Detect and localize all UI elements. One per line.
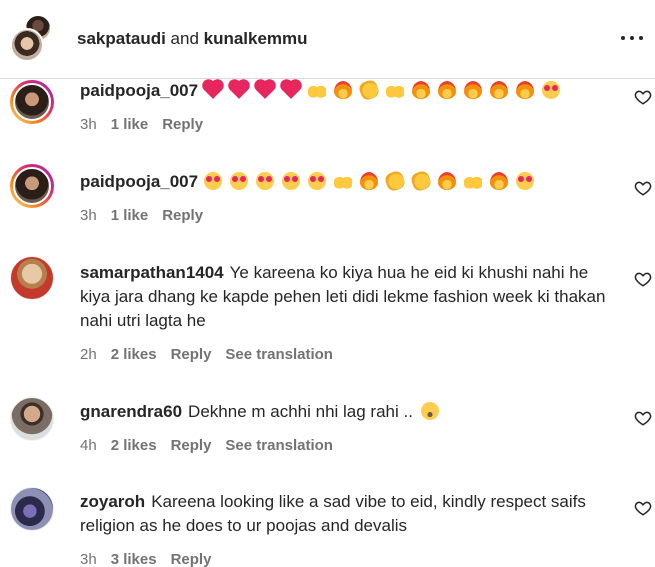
comment-time: 3h <box>80 116 97 133</box>
fire-emoji-icon <box>438 172 457 190</box>
comment-username[interactable]: paidpooja_007 <box>80 81 198 100</box>
comment-username[interactable]: gnarendra60 <box>80 402 182 421</box>
more-options-button[interactable] <box>618 26 646 50</box>
comment-likes[interactable]: 2 likes <box>111 437 157 454</box>
comment-meta: 3h 1 like Reply <box>80 206 217 226</box>
comment-time: 4h <box>80 437 97 454</box>
dot-icon <box>630 36 634 40</box>
reply-button[interactable]: Reply <box>171 551 212 567</box>
like-heart-icon[interactable] <box>634 409 652 427</box>
see-translation-button[interactable]: See translation <box>225 346 333 363</box>
avatar[interactable] <box>10 80 54 124</box>
heart-eyes-emoji-icon <box>282 172 301 190</box>
see-translation-button[interactable]: See translation <box>225 437 333 454</box>
heart-emoji-icon <box>230 81 249 99</box>
fire-emoji-icon <box>412 81 431 99</box>
comment-time: 2h <box>80 346 97 363</box>
author-link-2[interactable]: kunalkemmu <box>204 29 308 48</box>
comment-meta: 4h 2 likes Reply See translation <box>80 436 347 456</box>
author-connector: and <box>165 29 204 48</box>
raise-emoji-icon <box>308 81 327 99</box>
like-heart-icon[interactable] <box>634 270 652 288</box>
comment-text: gnarendra60 Dekhne m achhi nhi lag rahi .… <box>80 400 620 424</box>
fire-emoji-icon <box>490 172 509 190</box>
heart-eyes-emoji-icon <box>204 172 223 190</box>
raise-emoji-icon <box>386 81 405 99</box>
heart-emoji-icon <box>204 81 223 99</box>
fire-emoji-icon <box>516 81 535 99</box>
heart-eyes-emoji-icon <box>230 172 249 190</box>
heart-eyes-emoji-icon <box>516 172 535 190</box>
fire-emoji-icon <box>360 172 379 190</box>
comment-time: 3h <box>80 207 97 224</box>
comment-text: samarpathan1404 Ye kareena ko kiya hua he… <box>80 261 620 333</box>
raise-emoji-icon <box>464 172 483 190</box>
comment-username[interactable]: samarpathan1404 <box>80 263 224 282</box>
clap-emoji-icon <box>409 169 433 193</box>
comment-time: 3h <box>80 551 97 567</box>
comment-meta: 3h 1 like Reply <box>80 115 217 135</box>
comment-text: paidpooja_007 <box>80 78 620 103</box>
comment-likes[interactable]: 3 likes <box>111 551 157 567</box>
like-heart-icon[interactable] <box>634 499 652 517</box>
fire-emoji-icon <box>334 81 353 99</box>
emoji-row <box>204 169 542 193</box>
comment-body: Dekhne m achhi nhi lag rahi .. <box>188 402 413 421</box>
comment-body: Kareena looking like a sad vibe to eid, … <box>80 492 586 535</box>
heart-eyes-emoji-icon <box>542 81 561 99</box>
comment-username[interactable]: paidpooja_007 <box>80 172 198 191</box>
collab-avatars[interactable] <box>10 14 56 64</box>
heart-eyes-emoji-icon <box>308 172 327 190</box>
reply-button[interactable]: Reply <box>162 207 203 224</box>
comment-meta: 3h 3 likes Reply <box>80 550 225 567</box>
fire-emoji-icon <box>438 81 457 99</box>
comment-likes[interactable]: 1 like <box>111 116 149 133</box>
avatar[interactable] <box>10 28 44 62</box>
avatar[interactable] <box>10 397 54 441</box>
comment-username[interactable]: zoyaroh <box>80 492 145 511</box>
comment-text: zoyaroh Kareena looking like a sad vibe t… <box>80 490 620 538</box>
post-header: sakpataudi and kunalkemmu <box>0 0 655 79</box>
fire-emoji-icon <box>464 81 483 99</box>
avatar[interactable] <box>10 487 54 531</box>
heart-eyes-emoji-icon <box>256 172 275 190</box>
fire-emoji-icon <box>490 81 509 99</box>
heart-emoji-icon <box>256 81 275 99</box>
comment-likes[interactable]: 1 like <box>111 207 149 224</box>
reply-button[interactable]: Reply <box>162 116 203 133</box>
author-link-1[interactable]: sakpataudi <box>77 29 166 48</box>
like-heart-icon[interactable] <box>634 88 652 106</box>
astonished-emoji-icon <box>420 402 439 420</box>
emoji-row <box>204 78 568 102</box>
avatar[interactable] <box>10 256 54 300</box>
clap-emoji-icon <box>383 169 407 193</box>
reply-button[interactable]: Reply <box>171 437 212 454</box>
clap-emoji-icon <box>357 78 381 102</box>
reply-button[interactable]: Reply <box>171 346 212 363</box>
avatar[interactable] <box>10 164 54 208</box>
post-authors: sakpataudi and kunalkemmu <box>77 28 308 50</box>
comment-likes[interactable]: 2 likes <box>111 346 157 363</box>
heart-emoji-icon <box>282 81 301 99</box>
like-heart-icon[interactable] <box>634 179 652 197</box>
comment-meta: 2h 2 likes Reply See translation <box>80 345 347 365</box>
dot-icon <box>621 36 625 40</box>
comment-text: paidpooja_007 <box>80 169 620 194</box>
dot-icon <box>639 36 643 40</box>
raise-emoji-icon <box>334 172 353 190</box>
